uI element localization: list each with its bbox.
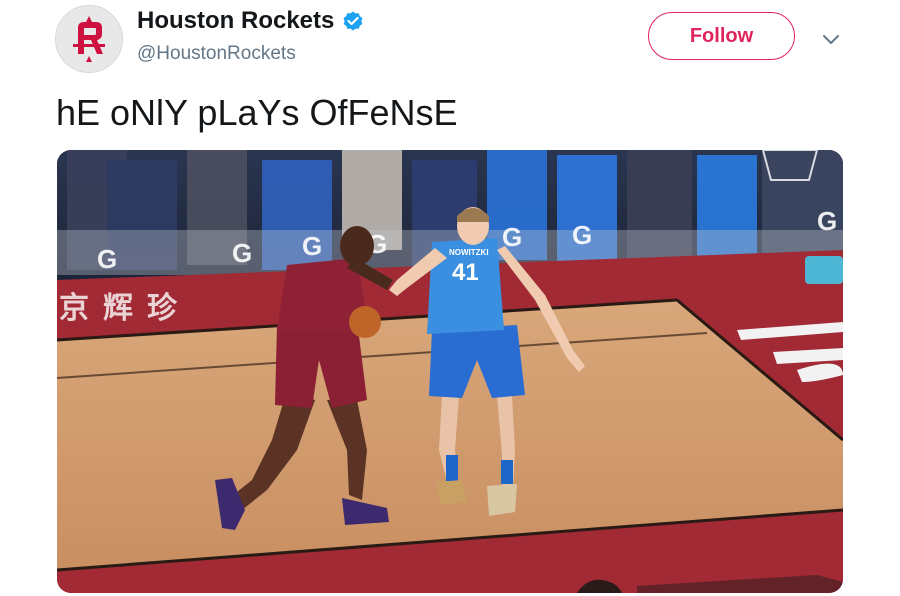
follow-button[interactable]: Follow	[648, 12, 795, 60]
tweet-media-video[interactable]: G G G G G G G 京辉珍 NOWITZKI 41	[57, 150, 843, 593]
jersey-number: 41	[452, 259, 479, 286]
ad-letter: G	[572, 220, 592, 250]
tweet-menu-caret[interactable]	[820, 28, 842, 50]
verified-badge-icon	[343, 11, 363, 31]
author-handle[interactable]: @HoustonRockets	[137, 42, 296, 66]
tweet-text: hE oNlY pLaYs OfFeNsE	[56, 92, 458, 133]
jersey-name: NOWITZKI	[449, 248, 489, 257]
court-lettering: 京辉珍	[59, 291, 191, 326]
ad-letter: G	[302, 231, 322, 261]
ad-letter: G	[232, 238, 252, 268]
rockets-logo-icon	[56, 6, 122, 72]
avatar[interactable]	[55, 5, 123, 73]
author-name-row: Houston Rockets	[137, 6, 365, 36]
ad-letter: G	[817, 206, 837, 236]
ad-letter: G	[97, 244, 117, 274]
chevron-down-icon	[823, 35, 839, 44]
basketball-game-still: G G G G G G G 京辉珍 NOWITZKI 41	[57, 150, 843, 593]
author-display-name[interactable]: Houston Rockets	[137, 6, 334, 36]
